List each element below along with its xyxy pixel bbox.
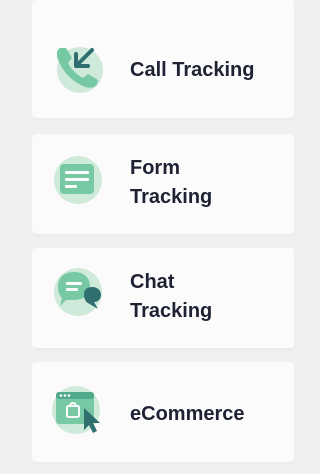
call-tracking-label: Call Tracking — [130, 59, 255, 81]
form-tracking-label: Form Tracking — [130, 157, 213, 208]
call-tracking-card[interactable]: Call Tracking — [32, 0, 294, 118]
phone-arrow-icon — [50, 40, 106, 96]
ecommerce-card[interactable]: eCommerce — [32, 362, 294, 462]
form-tracking-card[interactable]: Form Tracking — [32, 134, 294, 234]
browser-cart-cursor-icon — [50, 382, 106, 438]
form-icon — [50, 152, 106, 208]
chat-bubbles-icon — [50, 264, 106, 320]
chat-tracking-card[interactable]: Chat Tracking — [32, 248, 294, 348]
ecommerce-label: eCommerce — [130, 403, 245, 425]
chat-tracking-label: Chat Tracking — [130, 271, 213, 322]
tracking-options-list: Call Tracking Form Tracking Chat Trackin… — [0, 0, 294, 474]
